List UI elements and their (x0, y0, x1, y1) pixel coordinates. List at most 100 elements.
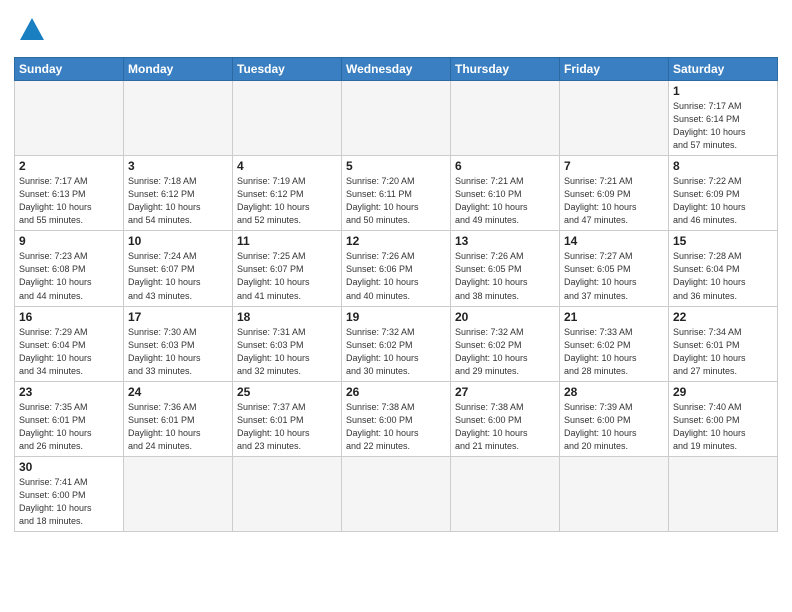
day-number: 11 (237, 234, 337, 248)
day-info: Sunrise: 7:22 AM Sunset: 6:09 PM Dayligh… (673, 175, 773, 227)
calendar-cell: 18 Sunrise: 7:31 AM Sunset: 6:03 PM Dayli… (233, 306, 342, 381)
day-info: Sunrise: 7:30 AM Sunset: 6:03 PM Dayligh… (128, 326, 228, 378)
day-info: Sunrise: 7:36 AM Sunset: 6:01 PM Dayligh… (128, 401, 228, 453)
calendar-cell (15, 81, 124, 156)
weekday-header-sunday: Sunday (15, 58, 124, 81)
day-number: 21 (564, 310, 664, 324)
day-number: 22 (673, 310, 773, 324)
day-info: Sunrise: 7:33 AM Sunset: 6:02 PM Dayligh… (564, 326, 664, 378)
week-row-4: 16 Sunrise: 7:29 AM Sunset: 6:04 PM Dayli… (15, 306, 778, 381)
day-number: 3 (128, 159, 228, 173)
calendar-cell: 30 Sunrise: 7:41 AM Sunset: 6:00 PM Dayli… (15, 456, 124, 531)
day-number: 5 (346, 159, 446, 173)
calendar-cell: 9 Sunrise: 7:23 AM Sunset: 6:08 PM Daylig… (15, 231, 124, 306)
day-number: 14 (564, 234, 664, 248)
day-info: Sunrise: 7:26 AM Sunset: 6:05 PM Dayligh… (455, 250, 555, 302)
calendar-cell (451, 456, 560, 531)
calendar-cell: 8 Sunrise: 7:22 AM Sunset: 6:09 PM Daylig… (669, 156, 778, 231)
day-number: 2 (19, 159, 119, 173)
calendar-cell: 29Sunrise: 7:40 AM Sunset: 6:00 PM Dayli… (669, 381, 778, 456)
day-info: Sunrise: 7:27 AM Sunset: 6:05 PM Dayligh… (564, 250, 664, 302)
calendar-cell: 2 Sunrise: 7:17 AM Sunset: 6:13 PM Daylig… (15, 156, 124, 231)
calendar-cell (124, 81, 233, 156)
weekday-header-thursday: Thursday (451, 58, 560, 81)
calendar-cell (233, 456, 342, 531)
day-info: Sunrise: 7:34 AM Sunset: 6:01 PM Dayligh… (673, 326, 773, 378)
day-info: Sunrise: 7:32 AM Sunset: 6:02 PM Dayligh… (455, 326, 555, 378)
calendar-cell: 27Sunrise: 7:38 AM Sunset: 6:00 PM Dayli… (451, 381, 560, 456)
day-info: Sunrise: 7:18 AM Sunset: 6:12 PM Dayligh… (128, 175, 228, 227)
calendar-cell (669, 456, 778, 531)
day-number: 13 (455, 234, 555, 248)
day-info: Sunrise: 7:17 AM Sunset: 6:13 PM Dayligh… (19, 175, 119, 227)
calendar-cell: 20 Sunrise: 7:32 AM Sunset: 6:02 PM Dayli… (451, 306, 560, 381)
day-number: 7 (564, 159, 664, 173)
day-info: Sunrise: 7:21 AM Sunset: 6:09 PM Dayligh… (564, 175, 664, 227)
day-info: Sunrise: 7:38 AM Sunset: 6:00 PM Dayligh… (346, 401, 446, 453)
day-info: Sunrise: 7:24 AM Sunset: 6:07 PM Dayligh… (128, 250, 228, 302)
day-number: 25 (237, 385, 337, 399)
calendar-cell: 1 Sunrise: 7:17 AM Sunset: 6:14 PM Daylig… (669, 81, 778, 156)
page-header (14, 10, 778, 49)
weekday-header-monday: Monday (124, 58, 233, 81)
calendar-cell: 13 Sunrise: 7:26 AM Sunset: 6:05 PM Dayli… (451, 231, 560, 306)
weekday-header-saturday: Saturday (669, 58, 778, 81)
logo (14, 16, 46, 49)
day-number: 6 (455, 159, 555, 173)
calendar-cell (560, 456, 669, 531)
weekday-header-row: SundayMondayTuesdayWednesdayThursdayFrid… (15, 58, 778, 81)
day-info: Sunrise: 7:38 AM Sunset: 6:00 PM Dayligh… (455, 401, 555, 453)
calendar-cell: 11 Sunrise: 7:25 AM Sunset: 6:07 PM Dayli… (233, 231, 342, 306)
calendar-cell (233, 81, 342, 156)
day-number: 18 (237, 310, 337, 324)
calendar-cell: 19Sunrise: 7:32 AM Sunset: 6:02 PM Dayli… (342, 306, 451, 381)
day-number: 8 (673, 159, 773, 173)
week-row-5: 23Sunrise: 7:35 AM Sunset: 6:01 PM Dayli… (15, 381, 778, 456)
calendar-cell: 25Sunrise: 7:37 AM Sunset: 6:01 PM Dayli… (233, 381, 342, 456)
calendar-cell: 28Sunrise: 7:39 AM Sunset: 6:00 PM Dayli… (560, 381, 669, 456)
calendar-cell: 12Sunrise: 7:26 AM Sunset: 6:06 PM Dayli… (342, 231, 451, 306)
calendar-cell: 22 Sunrise: 7:34 AM Sunset: 6:01 PM Dayli… (669, 306, 778, 381)
day-number: 10 (128, 234, 228, 248)
weekday-header-tuesday: Tuesday (233, 58, 342, 81)
day-info: Sunrise: 7:26 AM Sunset: 6:06 PM Dayligh… (346, 250, 446, 302)
day-number: 17 (128, 310, 228, 324)
calendar-cell: 14 Sunrise: 7:27 AM Sunset: 6:05 PM Dayli… (560, 231, 669, 306)
day-info: Sunrise: 7:21 AM Sunset: 6:10 PM Dayligh… (455, 175, 555, 227)
calendar-cell: 23Sunrise: 7:35 AM Sunset: 6:01 PM Dayli… (15, 381, 124, 456)
calendar-cell (342, 456, 451, 531)
week-row-3: 9 Sunrise: 7:23 AM Sunset: 6:08 PM Daylig… (15, 231, 778, 306)
calendar-cell (342, 81, 451, 156)
day-info: Sunrise: 7:31 AM Sunset: 6:03 PM Dayligh… (237, 326, 337, 378)
calendar-cell: 3 Sunrise: 7:18 AM Sunset: 6:12 PM Daylig… (124, 156, 233, 231)
week-row-2: 2 Sunrise: 7:17 AM Sunset: 6:13 PM Daylig… (15, 156, 778, 231)
calendar-cell (560, 81, 669, 156)
day-number: 26 (346, 385, 446, 399)
day-number: 1 (673, 84, 773, 98)
day-number: 15 (673, 234, 773, 248)
day-info: Sunrise: 7:17 AM Sunset: 6:14 PM Dayligh… (673, 100, 773, 152)
calendar-cell: 4Sunrise: 7:19 AM Sunset: 6:12 PM Daylig… (233, 156, 342, 231)
day-info: Sunrise: 7:25 AM Sunset: 6:07 PM Dayligh… (237, 250, 337, 302)
week-row-6: 30 Sunrise: 7:41 AM Sunset: 6:00 PM Dayli… (15, 456, 778, 531)
day-number: 30 (19, 460, 119, 474)
day-number: 20 (455, 310, 555, 324)
calendar-cell: 21 Sunrise: 7:33 AM Sunset: 6:02 PM Dayli… (560, 306, 669, 381)
day-info: Sunrise: 7:32 AM Sunset: 6:02 PM Dayligh… (346, 326, 446, 378)
day-info: Sunrise: 7:29 AM Sunset: 6:04 PM Dayligh… (19, 326, 119, 378)
day-number: 9 (19, 234, 119, 248)
calendar: SundayMondayTuesdayWednesdayThursdayFrid… (14, 57, 778, 532)
calendar-cell: 26 Sunrise: 7:38 AM Sunset: 6:00 PM Dayli… (342, 381, 451, 456)
day-info: Sunrise: 7:28 AM Sunset: 6:04 PM Dayligh… (673, 250, 773, 302)
day-info: Sunrise: 7:41 AM Sunset: 6:00 PM Dayligh… (19, 476, 119, 528)
calendar-cell: 24 Sunrise: 7:36 AM Sunset: 6:01 PM Dayli… (124, 381, 233, 456)
day-info: Sunrise: 7:23 AM Sunset: 6:08 PM Dayligh… (19, 250, 119, 302)
logo-icon (18, 16, 46, 49)
day-info: Sunrise: 7:35 AM Sunset: 6:01 PM Dayligh… (19, 401, 119, 453)
day-number: 24 (128, 385, 228, 399)
calendar-cell: 17 Sunrise: 7:30 AM Sunset: 6:03 PM Dayli… (124, 306, 233, 381)
day-number: 16 (19, 310, 119, 324)
calendar-cell (124, 456, 233, 531)
calendar-cell: 15 Sunrise: 7:28 AM Sunset: 6:04 PM Dayli… (669, 231, 778, 306)
day-number: 4 (237, 159, 337, 173)
